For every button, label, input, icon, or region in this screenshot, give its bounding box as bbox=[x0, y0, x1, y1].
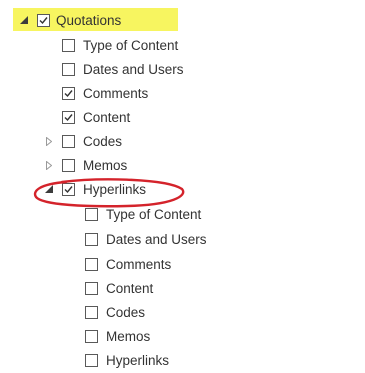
checkbox-icon[interactable] bbox=[85, 329, 98, 343]
checkbox-icon[interactable] bbox=[62, 110, 75, 124]
checkbox-icon[interactable] bbox=[85, 232, 98, 246]
collapsed-triangle-icon[interactable] bbox=[44, 155, 54, 175]
tree-item-hl-comments[interactable]: Comments bbox=[85, 254, 171, 274]
checkbox-quotations[interactable] bbox=[37, 13, 50, 27]
checkbox-icon[interactable] bbox=[62, 62, 75, 76]
tree-item-hl-dates-and-users[interactable]: Dates and Users bbox=[85, 229, 207, 249]
checkbox-icon[interactable] bbox=[85, 257, 98, 271]
annotation-ellipse bbox=[33, 178, 185, 208]
tree-item-label: Codes bbox=[106, 304, 146, 320]
tree-item-hl-codes[interactable]: Codes bbox=[85, 302, 145, 322]
export-options-tree: Quotations Type of Content Dates and Use… bbox=[0, 0, 365, 373]
tree-item-hl-memos[interactable]: Memos bbox=[85, 326, 150, 346]
tree-item-codes[interactable]: Codes bbox=[62, 131, 122, 151]
tree-item-label: Comments bbox=[106, 256, 172, 272]
tree-item-label: Content bbox=[83, 109, 131, 125]
tree-item-label: Type of Content bbox=[83, 37, 179, 53]
tree-item-label: Quotations bbox=[56, 12, 122, 28]
tree-item-hl-hyperlinks[interactable]: Hyperlinks bbox=[85, 350, 169, 370]
tree-item-hl-content[interactable]: Content bbox=[85, 278, 153, 298]
tree-item-label: Type of Content bbox=[106, 206, 202, 222]
tree-item-label: Hyperlinks bbox=[106, 352, 170, 368]
tree-item-label: Memos bbox=[106, 328, 151, 344]
checkbox-icon[interactable] bbox=[62, 158, 75, 172]
checkbox-icon[interactable] bbox=[62, 134, 75, 148]
tree-item-label: Content bbox=[106, 280, 154, 296]
checkbox-icon[interactable] bbox=[85, 353, 98, 367]
expanded-triangle-icon[interactable] bbox=[19, 10, 29, 30]
checkbox-icon[interactable] bbox=[85, 305, 98, 319]
collapsed-triangle-icon[interactable] bbox=[44, 131, 54, 151]
checkbox-icon[interactable] bbox=[62, 38, 75, 52]
checkbox-icon[interactable] bbox=[62, 86, 75, 100]
tree-item-label: Memos bbox=[83, 157, 128, 173]
tree-item-quotations[interactable]: Quotations bbox=[37, 10, 121, 30]
tree-item-dates-and-users[interactable]: Dates and Users bbox=[62, 59, 184, 79]
tree-item-content[interactable]: Content bbox=[62, 107, 130, 127]
checkbox-icon[interactable] bbox=[85, 281, 98, 295]
tree-item-comments[interactable]: Comments bbox=[62, 83, 148, 103]
checkbox-icon[interactable] bbox=[85, 207, 98, 221]
tree-item-type-of-content[interactable]: Type of Content bbox=[62, 35, 178, 55]
tree-item-label: Dates and Users bbox=[106, 231, 207, 247]
tree-item-label: Codes bbox=[83, 133, 123, 149]
tree-item-label: Dates and Users bbox=[83, 61, 184, 77]
tree-item-memos[interactable]: Memos bbox=[62, 155, 127, 175]
tree-item-label: Comments bbox=[83, 85, 149, 101]
